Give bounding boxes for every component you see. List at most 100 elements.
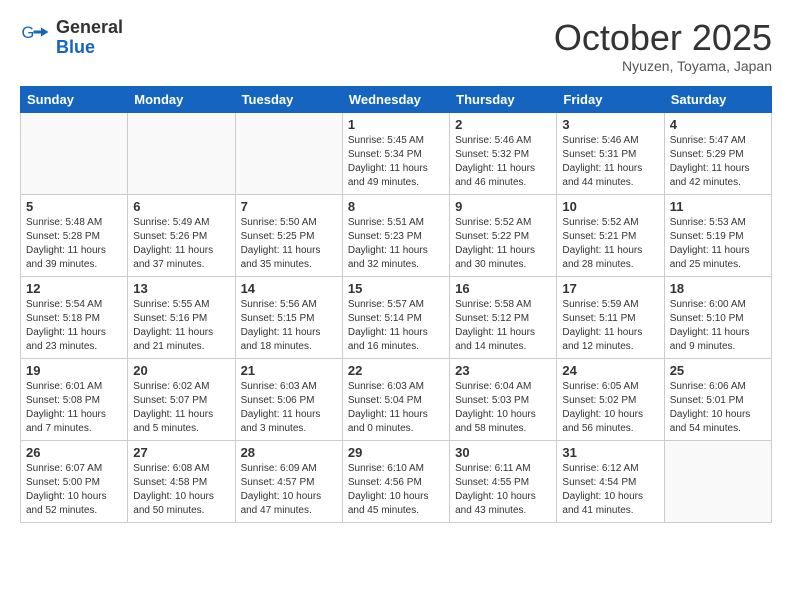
day-info: Sunrise: 6:10 AM Sunset: 4:56 PM Dayligh… <box>348 462 444 518</box>
table-row: 26 Sunrise: 6:07 AM Sunset: 5:00 PM Dayli… <box>21 440 128 522</box>
table-row: 7 Sunrise: 5:50 AM Sunset: 5:25 PM Daylig… <box>235 194 342 276</box>
table-row: 18Sunrise: 6:00 AM Sunset: 5:10 PM Dayli… <box>664 276 771 358</box>
table-row: 12 Sunrise: 5:54 AM Sunset: 5:18 PM Dayli… <box>21 276 128 358</box>
day-info: Sunrise: 5:45 AM Sunset: 5:34 PM Dayligh… <box>348 134 444 190</box>
table-row <box>21 112 128 194</box>
col-monday: Monday <box>128 86 235 112</box>
table-row: 29 Sunrise: 6:10 AM Sunset: 4:56 PM Dayli… <box>342 440 449 522</box>
day-info: Sunrise: 5:58 AM Sunset: 5:12 PM Dayligh… <box>455 298 551 354</box>
day-number: 15 <box>348 281 444 296</box>
table-row: 10 Sunrise: 5:52 AM Sunset: 5:21 PM Dayli… <box>557 194 664 276</box>
table-row: 28 Sunrise: 6:09 AM Sunset: 4:57 PM Dayli… <box>235 440 342 522</box>
calendar-week-row: 19Sunrise: 6:01 AM Sunset: 5:08 PM Dayli… <box>21 358 772 440</box>
location-subtitle: Nyuzen, Toyama, Japan <box>554 58 772 74</box>
day-number: 20 <box>133 363 229 378</box>
logo-icon: G <box>20 23 50 53</box>
day-number: 31 <box>562 445 658 460</box>
day-number: 9 <box>455 199 551 214</box>
table-row <box>664 440 771 522</box>
day-info: Sunrise: 6:03 AM Sunset: 5:06 PM Dayligh… <box>241 380 337 436</box>
day-info: Sunrise: 5:54 AM Sunset: 5:18 PM Dayligh… <box>26 298 122 354</box>
svg-text:G: G <box>22 24 35 42</box>
calendar-header-row: Sunday Monday Tuesday Wednesday Thursday… <box>21 86 772 112</box>
table-row: 20 Sunrise: 6:02 AM Sunset: 5:07 PM Dayli… <box>128 358 235 440</box>
day-number: 23 <box>455 363 551 378</box>
day-info: Sunrise: 5:55 AM Sunset: 5:16 PM Dayligh… <box>133 298 229 354</box>
day-number: 28 <box>241 445 337 460</box>
day-number: 7 <box>241 199 337 214</box>
day-number: 6 <box>133 199 229 214</box>
table-row <box>128 112 235 194</box>
table-row: 3 Sunrise: 5:46 AM Sunset: 5:31 PM Daylig… <box>557 112 664 194</box>
day-info: Sunrise: 5:50 AM Sunset: 5:25 PM Dayligh… <box>241 216 337 272</box>
day-info: Sunrise: 6:09 AM Sunset: 4:57 PM Dayligh… <box>241 462 337 518</box>
table-row: 24 Sunrise: 6:05 AM Sunset: 5:02 PM Dayli… <box>557 358 664 440</box>
day-info: Sunrise: 5:52 AM Sunset: 5:22 PM Dayligh… <box>455 216 551 272</box>
title-area: October 2025 Nyuzen, Toyama, Japan <box>554 18 772 74</box>
col-wednesday: Wednesday <box>342 86 449 112</box>
table-row: 21 Sunrise: 6:03 AM Sunset: 5:06 PM Dayli… <box>235 358 342 440</box>
logo-general: General <box>56 17 123 37</box>
table-row: 4Sunrise: 5:47 AM Sunset: 5:29 PM Daylig… <box>664 112 771 194</box>
day-info: Sunrise: 5:52 AM Sunset: 5:21 PM Dayligh… <box>562 216 658 272</box>
day-info: Sunrise: 6:06 AM Sunset: 5:01 PM Dayligh… <box>670 380 766 436</box>
day-info: Sunrise: 5:46 AM Sunset: 5:31 PM Dayligh… <box>562 134 658 190</box>
month-title: October 2025 <box>554 18 772 58</box>
day-info: Sunrise: 5:53 AM Sunset: 5:19 PM Dayligh… <box>670 216 766 272</box>
day-number: 26 <box>26 445 122 460</box>
table-row: 6 Sunrise: 5:49 AM Sunset: 5:26 PM Daylig… <box>128 194 235 276</box>
col-tuesday: Tuesday <box>235 86 342 112</box>
day-number: 16 <box>455 281 551 296</box>
day-info: Sunrise: 6:05 AM Sunset: 5:02 PM Dayligh… <box>562 380 658 436</box>
calendar-week-row: 26 Sunrise: 6:07 AM Sunset: 5:00 PM Dayli… <box>21 440 772 522</box>
day-number: 29 <box>348 445 444 460</box>
logo-text: General Blue <box>56 18 123 58</box>
calendar-week-row: 1 Sunrise: 5:45 AM Sunset: 5:34 PM Daylig… <box>21 112 772 194</box>
day-number: 11 <box>670 199 766 214</box>
day-number: 18 <box>670 281 766 296</box>
day-number: 19 <box>26 363 122 378</box>
day-info: Sunrise: 5:51 AM Sunset: 5:23 PM Dayligh… <box>348 216 444 272</box>
day-info: Sunrise: 6:11 AM Sunset: 4:55 PM Dayligh… <box>455 462 551 518</box>
col-sunday: Sunday <box>21 86 128 112</box>
day-number: 1 <box>348 117 444 132</box>
table-row: 14Sunrise: 5:56 AM Sunset: 5:15 PM Dayli… <box>235 276 342 358</box>
day-number: 30 <box>455 445 551 460</box>
table-row <box>235 112 342 194</box>
table-row: 25Sunrise: 6:06 AM Sunset: 5:01 PM Dayli… <box>664 358 771 440</box>
calendar-week-row: 5 Sunrise: 5:48 AM Sunset: 5:28 PM Daylig… <box>21 194 772 276</box>
day-number: 13 <box>133 281 229 296</box>
day-number: 12 <box>26 281 122 296</box>
day-info: Sunrise: 5:57 AM Sunset: 5:14 PM Dayligh… <box>348 298 444 354</box>
table-row: 2Sunrise: 5:46 AM Sunset: 5:32 PM Daylig… <box>450 112 557 194</box>
day-number: 24 <box>562 363 658 378</box>
table-row: 9 Sunrise: 5:52 AM Sunset: 5:22 PM Daylig… <box>450 194 557 276</box>
table-row: 13 Sunrise: 5:55 AM Sunset: 5:16 PM Dayli… <box>128 276 235 358</box>
day-info: Sunrise: 5:49 AM Sunset: 5:26 PM Dayligh… <box>133 216 229 272</box>
day-info: Sunrise: 5:59 AM Sunset: 5:11 PM Dayligh… <box>562 298 658 354</box>
day-number: 5 <box>26 199 122 214</box>
day-number: 10 <box>562 199 658 214</box>
day-number: 21 <box>241 363 337 378</box>
table-row: 17 Sunrise: 5:59 AM Sunset: 5:11 PM Dayli… <box>557 276 664 358</box>
day-info: Sunrise: 6:12 AM Sunset: 4:54 PM Dayligh… <box>562 462 658 518</box>
table-row: 11 Sunrise: 5:53 AM Sunset: 5:19 PM Dayli… <box>664 194 771 276</box>
col-friday: Friday <box>557 86 664 112</box>
table-row: 15 Sunrise: 5:57 AM Sunset: 5:14 PM Dayli… <box>342 276 449 358</box>
day-info: Sunrise: 6:04 AM Sunset: 5:03 PM Dayligh… <box>455 380 551 436</box>
day-number: 3 <box>562 117 658 132</box>
logo-blue: Blue <box>56 37 95 57</box>
calendar-table: Sunday Monday Tuesday Wednesday Thursday… <box>20 86 772 523</box>
day-number: 17 <box>562 281 658 296</box>
day-info: Sunrise: 5:47 AM Sunset: 5:29 PM Dayligh… <box>670 134 766 190</box>
day-info: Sunrise: 6:07 AM Sunset: 5:00 PM Dayligh… <box>26 462 122 518</box>
page-container: G General Blue October 2025 Nyuzen, Toya… <box>0 0 792 533</box>
day-number: 8 <box>348 199 444 214</box>
day-info: Sunrise: 6:03 AM Sunset: 5:04 PM Dayligh… <box>348 380 444 436</box>
table-row: 22Sunrise: 6:03 AM Sunset: 5:04 PM Dayli… <box>342 358 449 440</box>
day-info: Sunrise: 5:48 AM Sunset: 5:28 PM Dayligh… <box>26 216 122 272</box>
day-number: 27 <box>133 445 229 460</box>
day-number: 2 <box>455 117 551 132</box>
day-info: Sunrise: 6:02 AM Sunset: 5:07 PM Dayligh… <box>133 380 229 436</box>
table-row: 19Sunrise: 6:01 AM Sunset: 5:08 PM Dayli… <box>21 358 128 440</box>
